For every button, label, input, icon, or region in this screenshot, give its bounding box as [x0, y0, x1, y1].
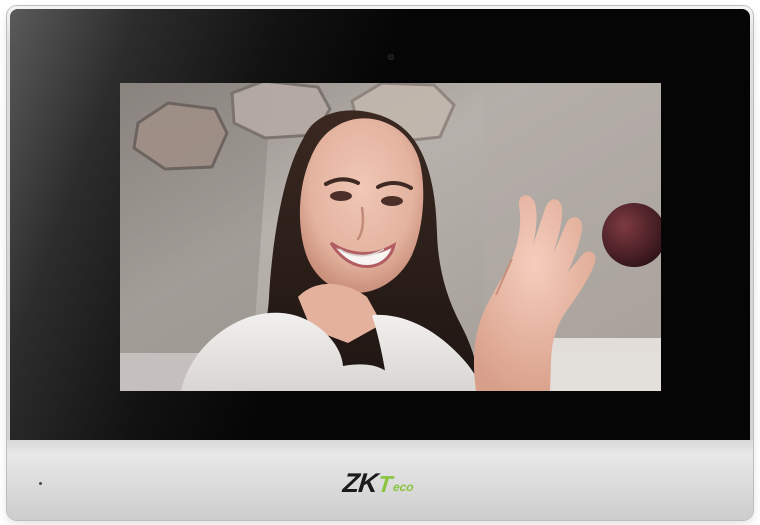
- left-eye: [330, 191, 352, 201]
- microphone-icon: [39, 482, 42, 485]
- screen-photo: [120, 83, 661, 391]
- video-intercom-device: ZKTeco: [7, 6, 753, 520]
- front-glass-panel: [10, 9, 750, 440]
- camera-icon: [388, 54, 394, 60]
- brand-logo: ZKTeco: [341, 468, 415, 498]
- brand-eco: eco: [392, 480, 415, 494]
- brand-zk: ZK: [341, 468, 379, 498]
- display-screen[interactable]: [120, 83, 661, 391]
- right-eye: [381, 196, 403, 206]
- brand-t: T: [376, 471, 394, 497]
- lower-bezel: ZKTeco: [7, 440, 753, 520]
